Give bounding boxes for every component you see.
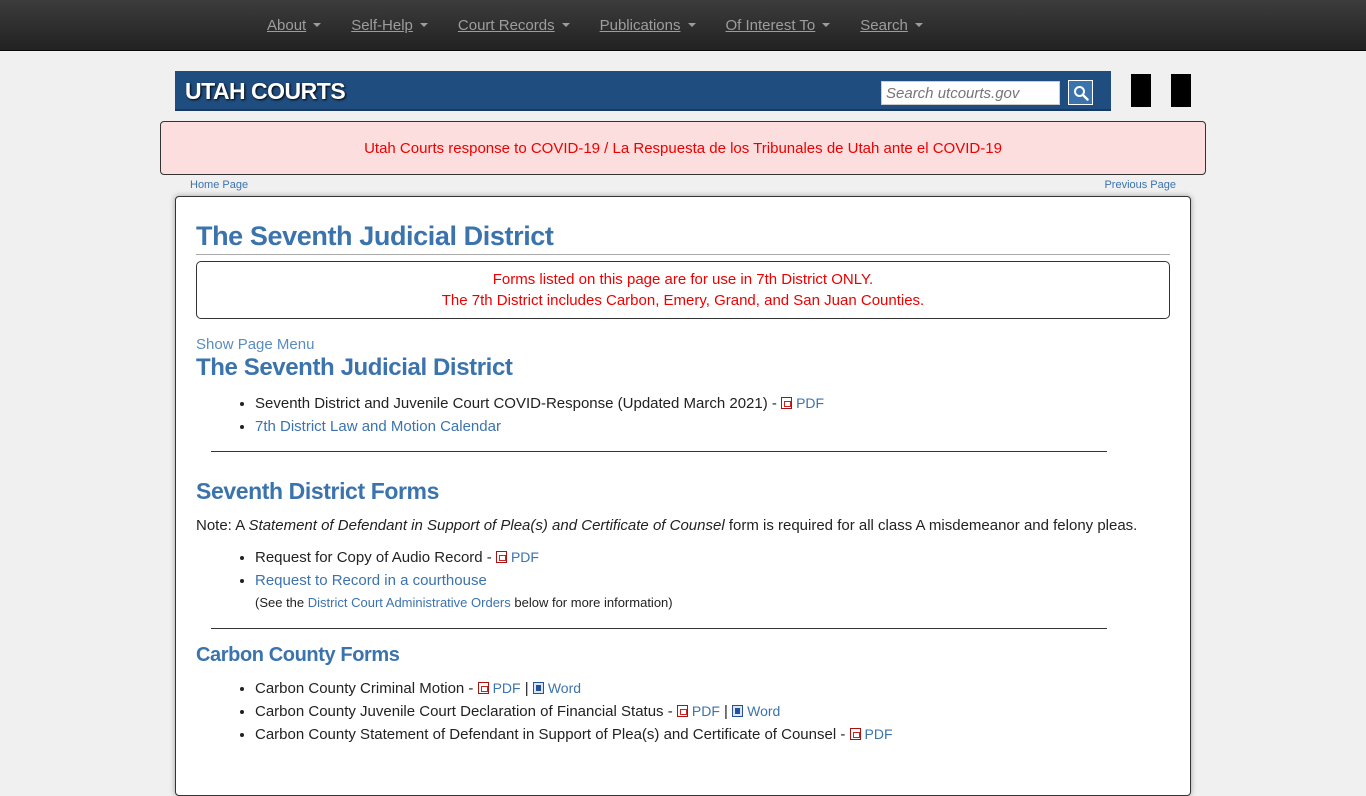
- site-logo[interactable]: UTAH COURTS: [185, 78, 346, 105]
- page-title: The Seventh Judicial District: [196, 221, 1170, 255]
- nav-of-interest-to-label: Of Interest To: [725, 16, 816, 34]
- nav-of-interest-to[interactable]: Of Interest To: [711, 17, 846, 34]
- district-list: Seventh District and Juvenile Court COVI…: [196, 392, 1170, 438]
- pdf-icon: [781, 397, 793, 409]
- banner-row: UTAH COURTS: [0, 51, 1366, 121]
- separator: |: [719, 703, 733, 720]
- main-content-panel: The Seventh Judicial District Forms list…: [175, 196, 1191, 796]
- list-item: Seventh District and Juvenile Court COVI…: [255, 392, 1170, 415]
- caret-down-icon: [419, 23, 428, 27]
- site-banner: UTAH COURTS: [175, 71, 1111, 111]
- search-icon: [1073, 85, 1089, 101]
- section-heading-forms: Seventh District Forms: [196, 478, 439, 504]
- site-search-input[interactable]: [881, 81, 1060, 105]
- request-to-record-link[interactable]: Request to Record in a courthouse: [255, 572, 487, 589]
- list-item: Carbon County Statement of Defendant in …: [255, 723, 1170, 746]
- pdf-link[interactable]: PDF: [692, 703, 720, 719]
- see-prefix: (See the: [255, 595, 308, 610]
- law-motion-calendar-link[interactable]: 7th District Law and Motion Calendar: [255, 418, 501, 435]
- nav-publications[interactable]: Publications: [585, 17, 711, 34]
- nav-about-label: About: [267, 16, 307, 34]
- list-item-text: Carbon County Juvenile Court Declaration…: [255, 703, 677, 720]
- divider: [211, 451, 1107, 452]
- district-notice-line2: The 7th District includes Carbon, Emery,…: [441, 292, 925, 309]
- list-item: Request to Record in a courthouse (See t…: [255, 569, 1170, 614]
- nav-court-records[interactable]: Court Records: [443, 17, 585, 34]
- pdf-link[interactable]: PDF: [511, 549, 539, 565]
- top-navbar: About Self-Help Court Records Publicatio…: [0, 0, 1366, 51]
- list-item-text: Request for Copy of Audio Record -: [255, 549, 496, 566]
- nav-search[interactable]: Search: [845, 17, 938, 34]
- pdf-link[interactable]: PDF: [796, 395, 824, 411]
- forms-note: Note: A Statement of Defendant in Suppor…: [196, 515, 1170, 537]
- pdf-link[interactable]: PDF: [865, 726, 893, 742]
- list-item-text: Seventh District and Juvenile Court COVI…: [255, 395, 782, 412]
- forms-list: Request for Copy of Audio Record - PDF R…: [196, 546, 1170, 614]
- nav-court-records-label: Court Records: [457, 16, 555, 34]
- word-link[interactable]: Word: [747, 703, 780, 719]
- home-page-link[interactable]: Home Page: [190, 179, 248, 191]
- caret-down-icon: [687, 23, 696, 27]
- nav-publications-label: Publications: [599, 16, 681, 34]
- nav-self-help-label: Self-Help: [351, 16, 413, 34]
- caret-down-icon: [914, 23, 923, 27]
- list-item-text: Carbon County Statement of Defendant in …: [255, 726, 850, 743]
- section-heading-district: The Seventh Judicial District: [196, 354, 513, 381]
- admin-orders-link[interactable]: District Court Administrative Orders: [308, 595, 511, 610]
- social-icon-right[interactable]: [1171, 74, 1191, 107]
- caret-down-icon: [822, 23, 831, 27]
- pdf-icon: [849, 728, 861, 740]
- nav-search-label: Search: [860, 16, 908, 34]
- pdf-icon: [495, 551, 507, 563]
- carbon-list: Carbon County Criminal Motion - PDF | Wo…: [196, 677, 1170, 746]
- word-icon: [732, 705, 744, 717]
- note-form-name: Statement of Defendant in Support of Ple…: [248, 517, 725, 534]
- social-icon-left[interactable]: [1131, 74, 1151, 107]
- pdf-icon: [477, 682, 489, 694]
- list-item-text: Carbon County Criminal Motion -: [255, 680, 478, 697]
- word-icon: [532, 682, 544, 694]
- list-item: Request for Copy of Audio Record - PDF: [255, 546, 1170, 569]
- pdf-icon: [676, 705, 688, 717]
- see-suffix: below for more information): [510, 595, 673, 610]
- caret-down-icon: [313, 23, 322, 27]
- nav-about[interactable]: About: [252, 17, 336, 34]
- separator: |: [520, 680, 533, 697]
- nav-self-help[interactable]: Self-Help: [336, 17, 443, 34]
- word-link[interactable]: Word: [548, 680, 581, 696]
- pdf-link[interactable]: PDF: [493, 680, 521, 696]
- list-item: Carbon County Juvenile Court Declaration…: [255, 700, 1170, 723]
- caret-down-icon: [561, 23, 570, 27]
- list-item: Carbon County Criminal Motion - PDF | Wo…: [255, 677, 1170, 700]
- district-notice: Forms listed on this page are for use in…: [196, 261, 1170, 319]
- covid-notice-link[interactable]: Utah Courts response to COVID-19 / La Re…: [364, 140, 1002, 157]
- list-item: 7th District Law and Motion Calendar: [255, 415, 1170, 438]
- district-notice-line1: Forms listed on this page are for use in…: [492, 271, 874, 288]
- see-note: (See the District Court Administrative O…: [255, 592, 1170, 614]
- note-suffix: form is required for all class A misdeme…: [724, 517, 1138, 534]
- site-search-button[interactable]: [1068, 80, 1093, 105]
- section-heading-carbon: Carbon County Forms: [196, 644, 400, 666]
- divider: [211, 628, 1107, 629]
- previous-page-link[interactable]: Previous Page: [1104, 179, 1176, 191]
- show-page-menu-link[interactable]: Show Page Menu: [196, 336, 314, 353]
- note-prefix: Note: A: [196, 517, 249, 534]
- covid-notice: Utah Courts response to COVID-19 / La Re…: [160, 121, 1206, 175]
